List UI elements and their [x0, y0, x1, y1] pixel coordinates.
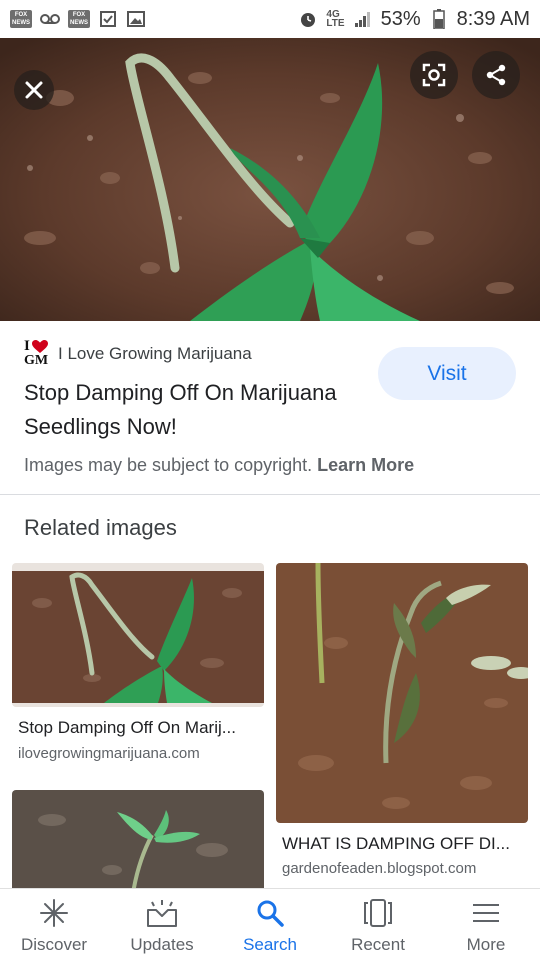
bottom-navigation: Discover Updates Search Recent More	[0, 888, 540, 960]
search-icon	[254, 897, 286, 929]
alarm-icon	[298, 10, 318, 28]
nav-recent[interactable]: Recent	[324, 889, 432, 960]
related-domain: ilovegrowingmarijuana.com	[18, 745, 200, 762]
nav-label: Updates	[130, 935, 194, 954]
checkbox-icon	[98, 10, 118, 28]
lens-button[interactable]	[410, 51, 458, 99]
nav-search[interactable]: Search	[216, 889, 324, 960]
close-button[interactable]	[14, 70, 54, 110]
related-image-thumb[interactable]	[276, 563, 528, 823]
voicemail-icon	[40, 10, 60, 28]
visit-button[interactable]: Visit	[378, 347, 516, 400]
related-image-thumb[interactable]	[12, 790, 264, 888]
copyright-text: Images may be subject to copyright.	[24, 455, 313, 475]
result-title[interactable]: Stop Damping Off On Marijuana Seedlings …	[24, 376, 354, 444]
share-button[interactable]	[472, 51, 520, 99]
nav-discover[interactable]: Discover	[0, 889, 108, 960]
related-image-card[interactable]: WHAT IS DAMPING OFF DI... gardenofeaden.…	[276, 563, 528, 883]
source-name[interactable]: I Love Growing Marijuana	[58, 344, 252, 364]
close-icon	[25, 81, 43, 99]
nav-label: Search	[243, 935, 297, 954]
share-icon	[486, 64, 506, 86]
seedling-photo	[0, 38, 540, 321]
hero-image[interactable]	[0, 38, 540, 321]
lens-icon	[422, 63, 446, 87]
nav-more[interactable]: More	[432, 889, 540, 960]
related-caption[interactable]: Stop Damping Off On Marij...	[18, 718, 236, 738]
nav-label: Recent	[351, 935, 405, 954]
related-domain: gardenofeaden.blogspot.com	[282, 860, 477, 877]
divider	[0, 494, 540, 495]
image-icon	[126, 10, 146, 28]
clock: 8:39 AM	[456, 7, 530, 30]
status-bar: FOX NEWS FOX NEWS 4G LTE 53% 8:39 AM	[0, 0, 540, 38]
site-logo: I GM	[24, 338, 49, 368]
battery-icon	[429, 9, 449, 29]
related-image-thumb[interactable]	[12, 563, 264, 707]
nav-label: More	[466, 935, 506, 954]
related-caption[interactable]: WHAT IS DAMPING OFF DI...	[282, 834, 510, 854]
battery-percent: 53%	[380, 7, 421, 30]
related-images-heading: Related images	[24, 515, 177, 540]
seedling-thumb	[12, 790, 264, 888]
fox-news-icon-2: FOX NEWS	[68, 10, 90, 28]
nav-label: Discover	[20, 935, 88, 954]
copyright-notice: Images may be subject to copyright. Lear…	[24, 455, 414, 476]
related-image-card[interactable]: Stop Damping Off On Marij... ilovegrowin…	[12, 563, 264, 773]
recent-cards-icon	[362, 897, 394, 929]
fox-news-icon: FOX NEWS	[10, 10, 32, 28]
seedling-thumb	[12, 563, 264, 707]
wilted-seedling-thumb	[276, 563, 528, 823]
learn-more-link[interactable]: Learn More	[317, 455, 414, 475]
status-left: FOX NEWS FOX NEWS	[10, 10, 146, 28]
nav-updates[interactable]: Updates	[108, 889, 216, 960]
updates-tray-icon	[146, 897, 178, 929]
network-type: 4G LTE	[326, 9, 345, 29]
asterisk-icon	[38, 897, 70, 929]
signal-icon	[353, 10, 373, 28]
heart-icon	[32, 340, 48, 353]
menu-icon	[470, 897, 502, 929]
related-image-card-partial[interactable]	[12, 790, 264, 888]
source-row[interactable]: I GM I Love Growing Marijuana	[24, 338, 252, 368]
status-right: 4G LTE 53% 8:39 AM	[298, 8, 530, 31]
